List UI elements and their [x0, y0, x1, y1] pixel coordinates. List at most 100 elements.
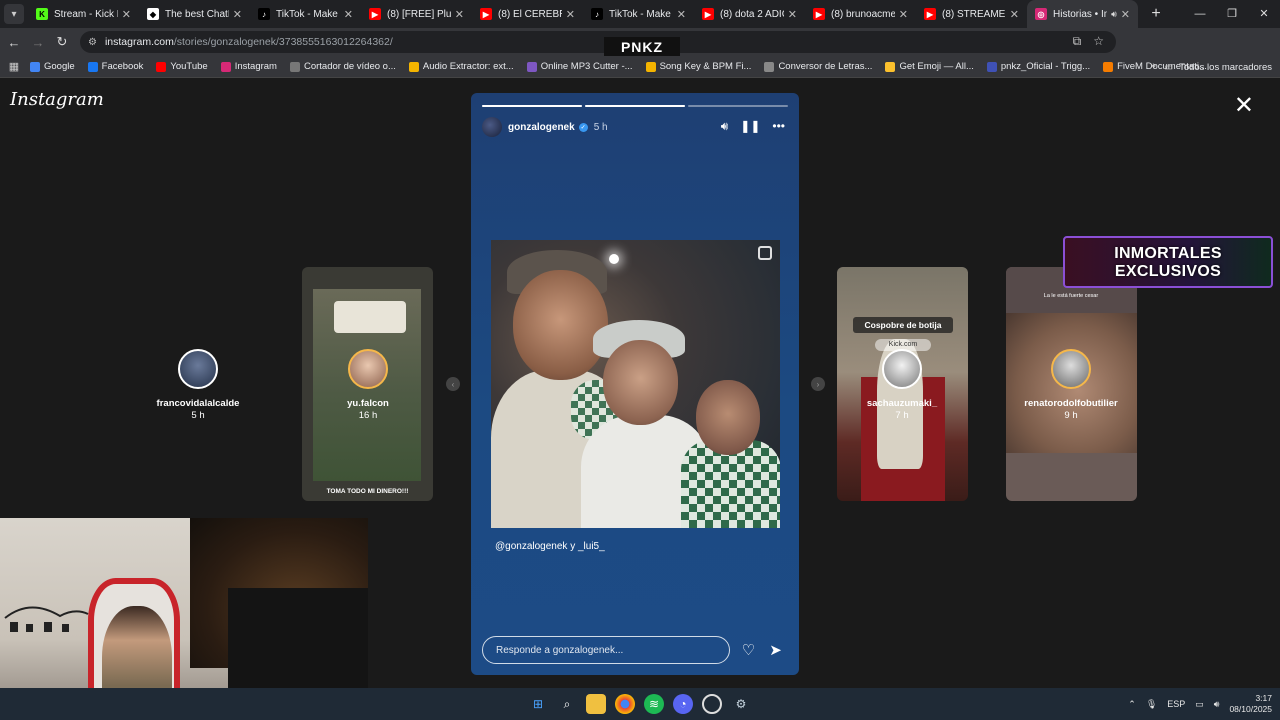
tab-search-button[interactable]: ▾ — [4, 4, 24, 24]
close-tab-icon[interactable]: ✕ — [1121, 8, 1130, 21]
reply-input[interactable] — [482, 636, 730, 664]
more-bookmarks-icon[interactable]: » — [1150, 60, 1156, 72]
language-indicator[interactable]: ESP — [1167, 699, 1185, 709]
all-bookmarks[interactable]: ▭ Todos los marcadores — [1164, 56, 1272, 78]
windows-taskbar: ⊞ ⌕ ≋ ◔ ⚙ ⌃ 🎙︎ ESP ▭ 🔊︎ 3:17 08/10/2025 — [0, 688, 1280, 720]
forward-button[interactable]: → — [26, 35, 50, 50]
heart-icon[interactable]: ♡ — [740, 641, 757, 659]
bookmark-item[interactable]: Google — [30, 61, 75, 72]
bookmark-favicon-icon — [526, 61, 537, 72]
file-explorer-icon[interactable] — [586, 694, 606, 714]
tab-title: The best ChatBot — [165, 8, 229, 20]
close-stories-icon[interactable]: ✕ — [1234, 91, 1254, 120]
bookmark-label: Conversor de Letras... — [778, 61, 873, 72]
progress-segment — [585, 105, 685, 107]
story-username[interactable]: gonzalogenek — [508, 122, 575, 133]
speaker-icon[interactable]: 🔊︎ — [1214, 699, 1220, 710]
tab-list: K Stream - Kick Da ✕ ◆ The best ChatBot ✕ ♪ Tik… — [28, 0, 1138, 28]
close-tab-icon[interactable]: ✕ — [344, 8, 353, 21]
bookmark-favicon-icon — [986, 61, 997, 72]
close-tab-icon[interactable]: ✕ — [1010, 8, 1019, 21]
story-preview-label: renatorodolfobutilier 9 h — [1001, 398, 1141, 421]
browser-tab[interactable]: ♪ TikTok - Make Yo ✕ — [250, 0, 361, 28]
volume-icon[interactable]: 🔊︎ — [721, 119, 729, 134]
promo-line-1: INMORTALES — [1114, 245, 1222, 262]
story-mention[interactable]: @gonzalogenek y _lui5_ — [495, 541, 605, 552]
previous-story-button[interactable]: ‹ — [446, 377, 460, 391]
close-tab-icon[interactable]: ✕ — [677, 8, 686, 21]
story-preview-caption: TOMA TODO MI DINERO!!! — [326, 488, 409, 495]
browser-tab[interactable]: ◎ Historias • Ins🔊︎ ✕ — [1027, 0, 1138, 28]
steam-icon[interactable]: ⚙ — [731, 694, 751, 714]
obs-icon[interactable] — [702, 694, 722, 714]
tab-favicon-icon: ▶ — [480, 8, 492, 20]
bookmark-item[interactable]: Conversor de Letras... — [764, 61, 872, 72]
browser-tab[interactable]: ▶ (8) dota 2 ADICCI ✕ — [694, 0, 805, 28]
close-tab-icon[interactable]: ✕ — [122, 8, 131, 21]
restore-button[interactable]: ❐ — [1216, 0, 1248, 28]
browser-tab[interactable]: ▶ (8) STREAMERS. ✕ — [916, 0, 1027, 28]
spotify-icon[interactable]: ≋ — [644, 694, 664, 714]
tab-audio-icon[interactable]: 🔊︎ — [1111, 9, 1117, 20]
browser-tab[interactable]: ▶ (8) brunoacme - Y ✕ — [805, 0, 916, 28]
back-button[interactable]: ← — [2, 35, 26, 50]
browser-tab[interactable]: ◆ The best ChatBot ✕ — [139, 0, 250, 28]
new-tab-button[interactable]: + — [1144, 5, 1168, 23]
install-app-icon[interactable]: ⧉ — [1073, 34, 1082, 49]
bookmark-item[interactable]: Online MP3 Cutter -... — [526, 61, 633, 72]
site-info-icon[interactable]: ⚙ — [88, 37, 97, 48]
minimize-button[interactable]: — — [1184, 0, 1216, 28]
bookmark-favicon-icon — [30, 61, 40, 72]
tab-favicon-icon: ▶ — [924, 8, 936, 20]
reload-button[interactable]: ↻ — [50, 34, 74, 50]
bookmark-item[interactable]: Song Key & BPM Fi... — [645, 61, 751, 72]
instagram-logo[interactable]: Instagram — [10, 89, 104, 110]
pause-icon[interactable]: ❚❚ — [740, 119, 760, 134]
next-story-button[interactable]: › — [811, 377, 825, 391]
close-tab-icon[interactable]: ✕ — [566, 8, 575, 21]
browser-tab[interactable]: K Stream - Kick Da ✕ — [28, 0, 139, 28]
bookmark-label: Facebook — [101, 61, 144, 72]
close-window-button[interactable]: ✕ — [1248, 0, 1280, 28]
bookmark-item[interactable]: pnkz_Oficial - Trigg... — [986, 61, 1091, 72]
bookmark-item[interactable]: Facebook — [87, 61, 144, 72]
bookmark-item[interactable]: Audio Extractor: ext... — [408, 61, 514, 72]
tray-overflow-icon[interactable]: ⌃ — [1128, 699, 1136, 710]
clock[interactable]: 3:17 08/10/2025 — [1229, 693, 1272, 715]
bookmark-item[interactable]: Instagram — [220, 61, 277, 72]
apps-grid-icon[interactable]: ▦ — [0, 60, 28, 73]
bookmark-star-icon[interactable]: ☆ — [1093, 34, 1104, 49]
url-path: /stories/gonzalogenek/373855516301226436… — [173, 36, 393, 48]
browser-tab[interactable]: ♪ TikTok - Make Yo ✕ — [583, 0, 694, 28]
discord-icon[interactable]: ◔ — [673, 694, 693, 714]
chrome-icon[interactable] — [615, 694, 635, 714]
more-options-icon[interactable]: ••• — [772, 119, 785, 134]
story-preview-label[interactable]: francovidalalcalde 5 h — [128, 398, 268, 421]
windows-start-icon[interactable]: ⊞ — [528, 694, 548, 714]
search-icon[interactable]: ⌕ — [557, 694, 577, 714]
close-tab-icon[interactable]: ✕ — [455, 8, 464, 21]
browser-tab[interactable]: ▶ (8) [FREE] Plug x ✕ — [361, 0, 472, 28]
story-username: sachauzumaki_ — [866, 398, 938, 409]
story-avatar-francovidalalcalde[interactable] — [178, 349, 218, 389]
all-bookmarks-label: Todos los marcadores — [1179, 61, 1272, 73]
address-bar[interactable]: ⚙ instagram.com/stories/gonzalogenek/373… — [80, 31, 1116, 53]
network-icon[interactable]: ▭ — [1195, 699, 1204, 710]
progress-segment — [688, 105, 788, 107]
bookmark-favicon-icon — [87, 61, 98, 72]
close-tab-icon[interactable]: ✕ — [788, 8, 797, 21]
close-tab-icon[interactable]: ✕ — [233, 8, 242, 21]
send-icon[interactable]: ➤ — [767, 641, 784, 659]
bookmark-item[interactable]: YouTube — [156, 61, 208, 72]
microphone-icon[interactable]: 🎙︎ — [1146, 699, 1157, 710]
story-preview-label: sachauzumaki_ 7 h — [832, 398, 972, 421]
story-avatar-renatorodolfobutilier — [1051, 349, 1091, 389]
avatar[interactable] — [482, 117, 502, 137]
bookmark-item[interactable]: Get Emoji — All... — [885, 61, 974, 72]
browser-tab[interactable]: ▶ (8) El CEREBRO de ✕ — [472, 0, 583, 28]
tab-favicon-icon: ◆ — [147, 8, 159, 20]
story-username: yu.falcon — [347, 398, 389, 409]
bookmark-item[interactable]: Cortador de vídeo o... — [289, 61, 396, 72]
bookmark-label: pnkz_Oficial - Trigg... — [1000, 61, 1091, 72]
close-tab-icon[interactable]: ✕ — [899, 8, 908, 21]
